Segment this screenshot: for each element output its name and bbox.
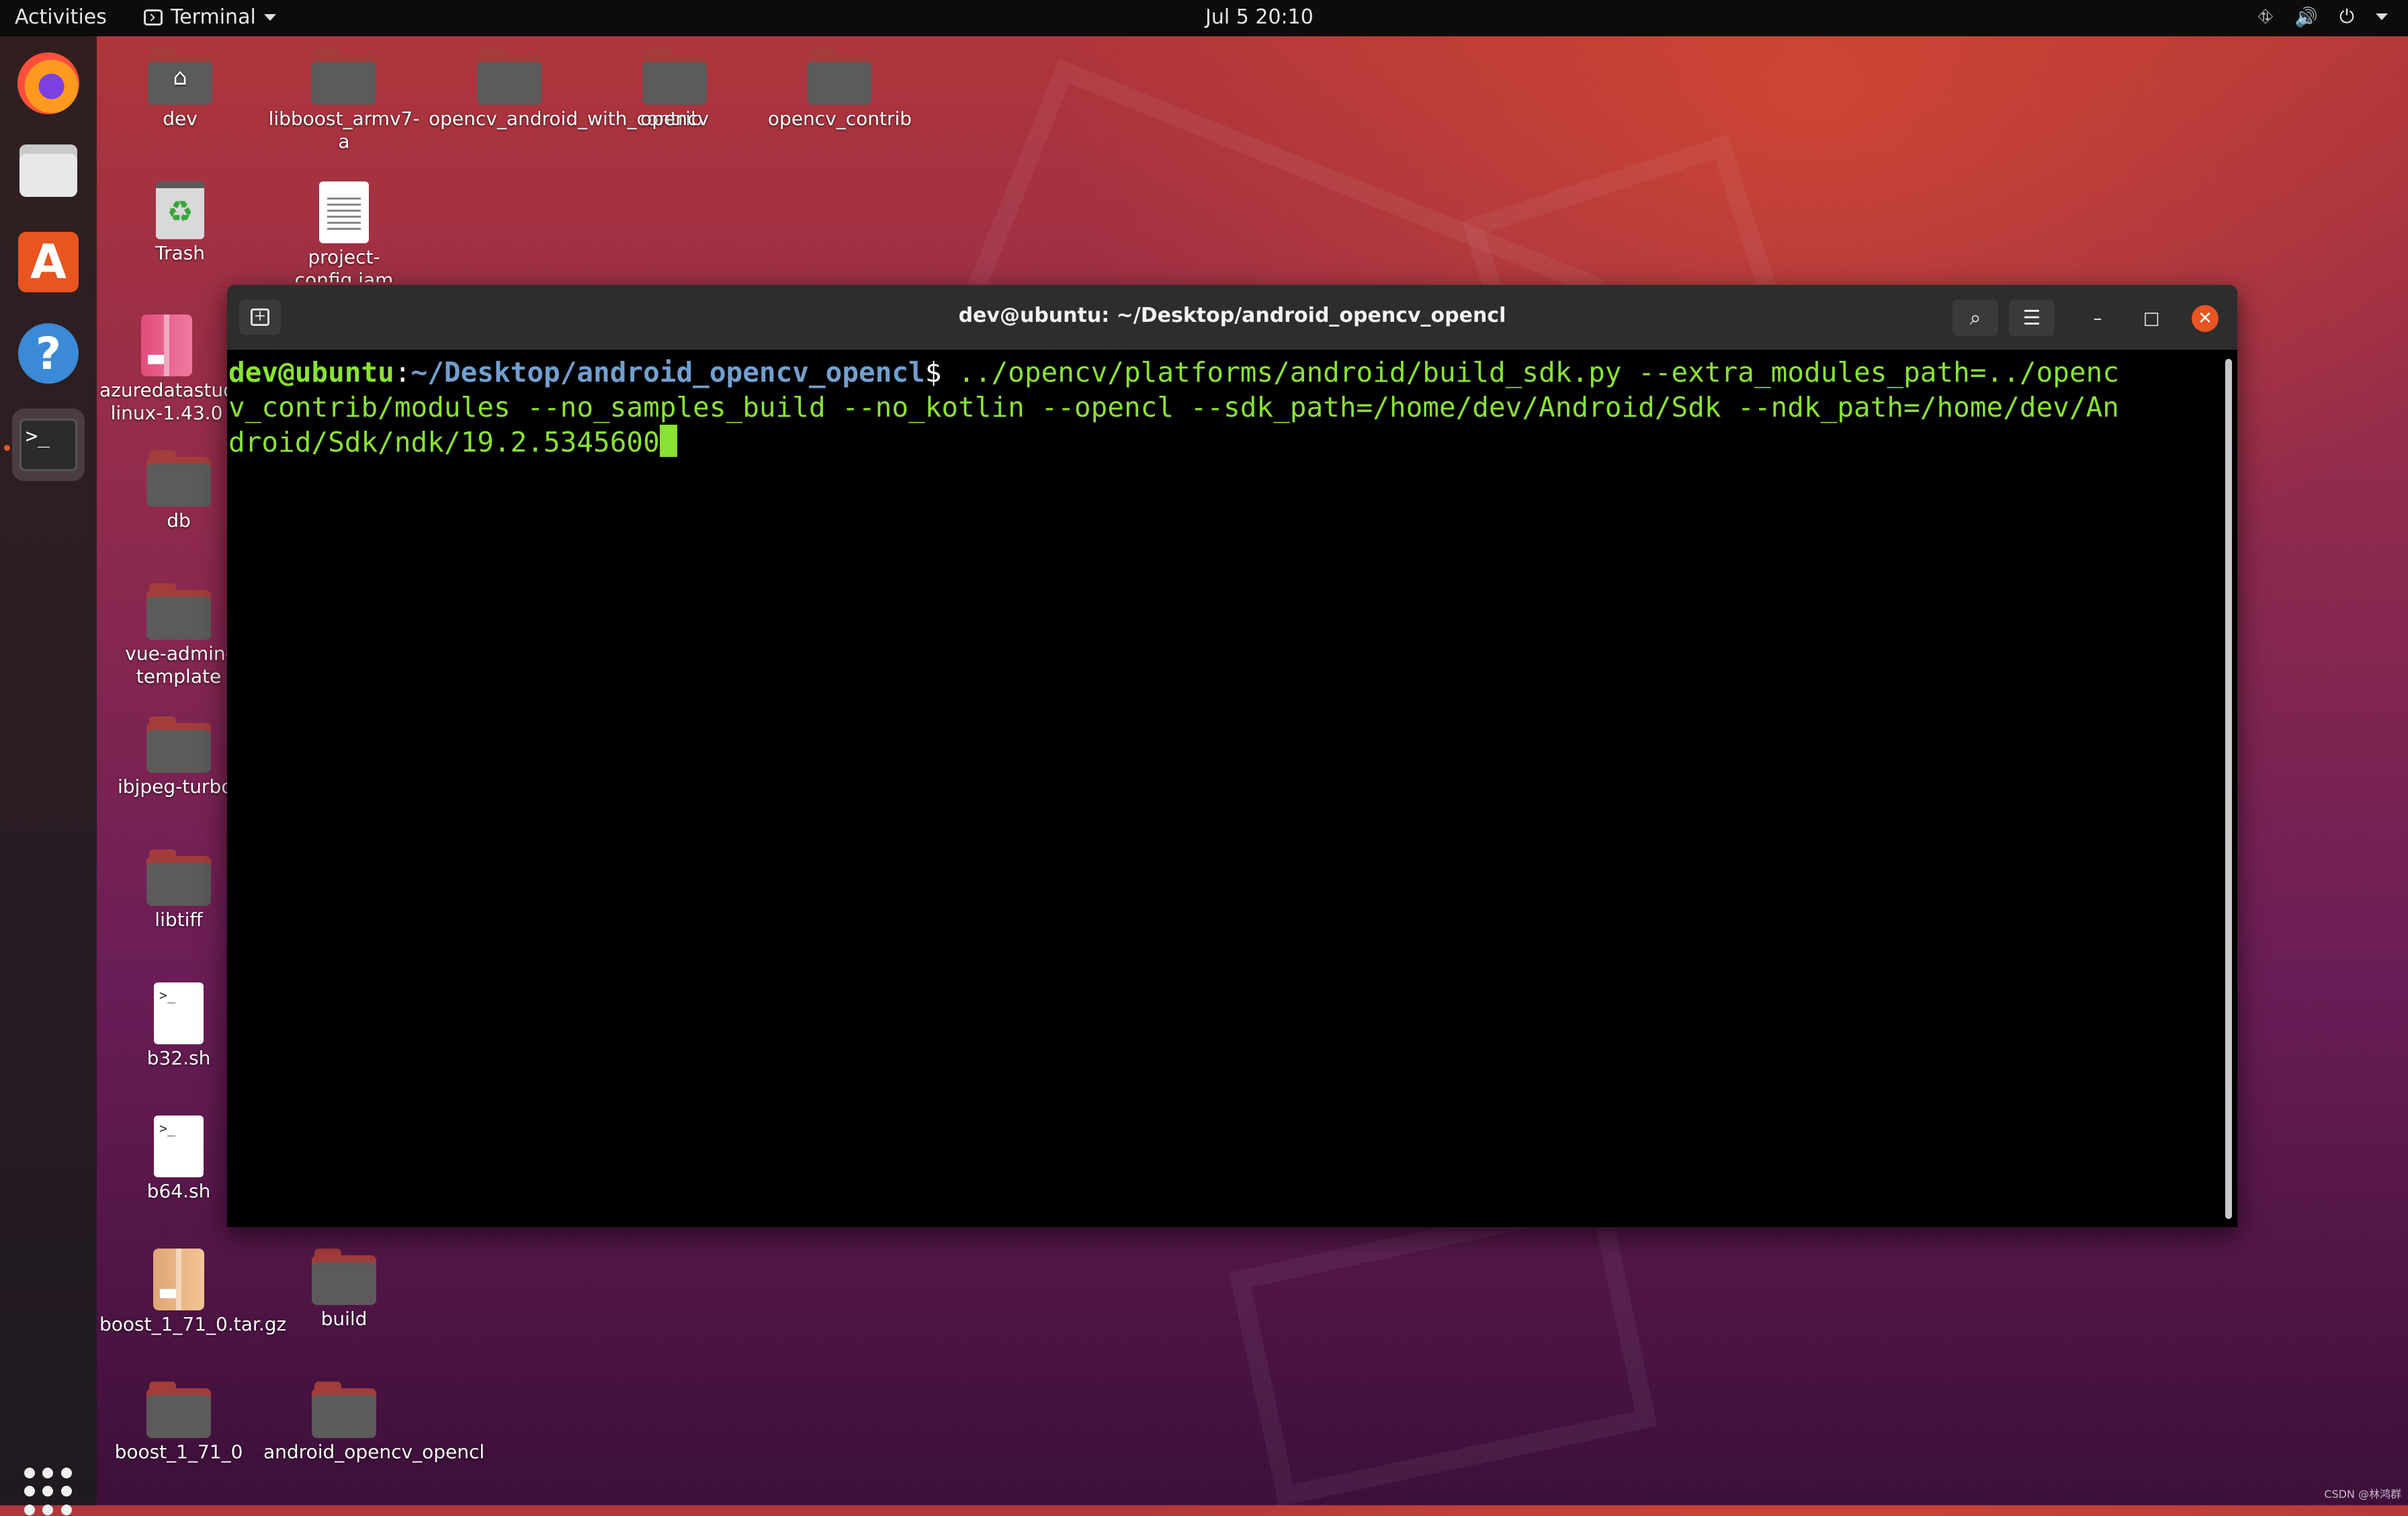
terminal-window[interactable]: + dev@ubuntu: ~/Desktop/android_opencv_o… [227,285,2237,1227]
desktop-icon-project-config[interactable]: project-config.jam [263,181,425,282]
folder-icon [146,450,211,507]
software-store-icon: A [18,232,79,292]
text-cursor [659,425,677,457]
chevron-down-icon [263,13,276,21]
folder-icon [642,48,707,105]
minimize-button[interactable]: – [2084,305,2111,332]
folder-icon [312,1249,376,1305]
help-icon: ? [18,323,79,384]
system-tray[interactable]: ⛗ 🔊 ⏻ [2258,5,2388,28]
app-menu-label: Terminal [171,5,256,29]
firefox-icon [17,52,79,114]
dock-files[interactable] [12,134,85,207]
volume-icon[interactable]: 🔊 [2294,6,2318,28]
folder-icon [146,849,211,906]
trash-icon: ♻ [156,181,204,239]
dock-software[interactable]: A [12,226,85,298]
wallpaper-shape [1229,1192,1658,1507]
maximize-icon: □ [2143,308,2160,329]
clock[interactable]: Jul 5 20:10 [1205,5,1314,29]
archive-icon [153,1249,204,1310]
script-file-icon: >_ [154,1115,204,1177]
close-icon: ✕ [2198,308,2212,329]
folder-icon [312,1382,376,1438]
prompt-path: ~/Desktop/android_opencv_opencl [411,356,925,388]
network-icon[interactable]: ⛗ [2258,5,2273,28]
files-icon [19,144,77,197]
dock-terminal[interactable]: >_ [12,409,85,481]
power-icon[interactable]: ⏻ [2339,5,2354,28]
desktop-icon-boost-tar-gz[interactable]: boost_1_71_0.tar.gz [99,1249,286,1336]
command-text: ../opencv/platforms/android/build_sdk.py… [958,356,2120,388]
running-indicator [4,445,10,451]
desktop-icon-boost-1-71-0[interactable]: boost_1_71_0 [99,1382,258,1464]
prompt-separator: : [394,356,411,388]
menu-button[interactable]: ☰ [2009,300,2055,336]
folder-icon [477,48,542,105]
maximize-button[interactable]: □ [2138,305,2165,332]
terminal-icon: >_ [19,419,77,471]
terminal-line: droid/Sdk/ndk/19.2.5345600 [228,425,2216,460]
terminal-output[interactable]: dev@ubuntu:~/Desktop/android_opencv_open… [227,355,2216,1227]
terminal-line: v_contrib/modules --no_samples_build --n… [228,391,2119,423]
watermark: CSDN @林鸿群 [2324,1488,2401,1501]
folder-icon [808,48,872,105]
prompt-dollar: $ [924,356,959,388]
script-file-icon: >_ [154,982,204,1044]
terminal-app-icon [144,9,163,26]
window-title: dev@ubuntu: ~/Desktop/android_opencv_ope… [958,304,1506,327]
hamburger-menu-icon: ☰ [2022,306,2041,330]
desktop-icon-opencv-contrib[interactable]: opencv_contrib [759,48,920,130]
desktop-icon-libboost[interactable]: libboost_armv7-a [263,48,425,153]
desktop-icon-build[interactable]: build [263,1249,425,1331]
document-icon [319,181,369,243]
show-applications-button[interactable] [24,1468,73,1516]
activities-button[interactable]: Activities [15,5,107,29]
desktop-icon-dev[interactable]: ⌂ dev [99,48,261,130]
search-icon: ⌕ [1969,306,1981,330]
command-text: droid/Sdk/ndk/19.2.5345600 [228,426,660,458]
terminal-header-bar[interactable]: + dev@ubuntu: ~/Desktop/android_opencv_o… [227,285,2237,350]
terminal-line: dev@ubuntu:~/Desktop/android_opencv_open… [228,355,2216,390]
desktop-icon-opencv-android[interactable]: opencv_android_with_contrib [429,48,703,130]
folder-icon [312,48,376,105]
chevron-down-icon[interactable] [2376,13,2388,20]
package-icon [141,314,192,376]
app-menu[interactable]: Terminal [144,5,276,29]
minimize-icon: – [2093,308,2102,329]
prompt-user: dev@ubuntu [228,356,394,388]
desktop-icon-opencv[interactable]: opencv [594,48,755,130]
desktop-icon-trash[interactable]: ♻ Trash [99,181,261,265]
desktop-icon-azuredatastudio[interactable]: azuredatastudio-linux-1.43.0 [99,314,234,422]
close-button[interactable]: ✕ [2192,305,2219,332]
folder-icon [146,716,211,773]
desktop-icon-android-opencv-opencl[interactable]: android_opencv_opencl [263,1382,484,1464]
dock-firefox[interactable] [12,47,85,120]
home-folder-icon: ⌂ [148,48,212,105]
dock-help[interactable]: ? [12,317,85,390]
top-bar: Activities Terminal Jul 5 20:10 ⛗ 🔊 ⏻ [0,0,2408,36]
search-button[interactable]: ⌕ [1952,300,1998,336]
folder-icon [146,583,211,640]
dock: A ? >_ [0,36,97,1515]
scrollbar[interactable] [2225,359,2232,1219]
folder-icon [146,1382,211,1438]
